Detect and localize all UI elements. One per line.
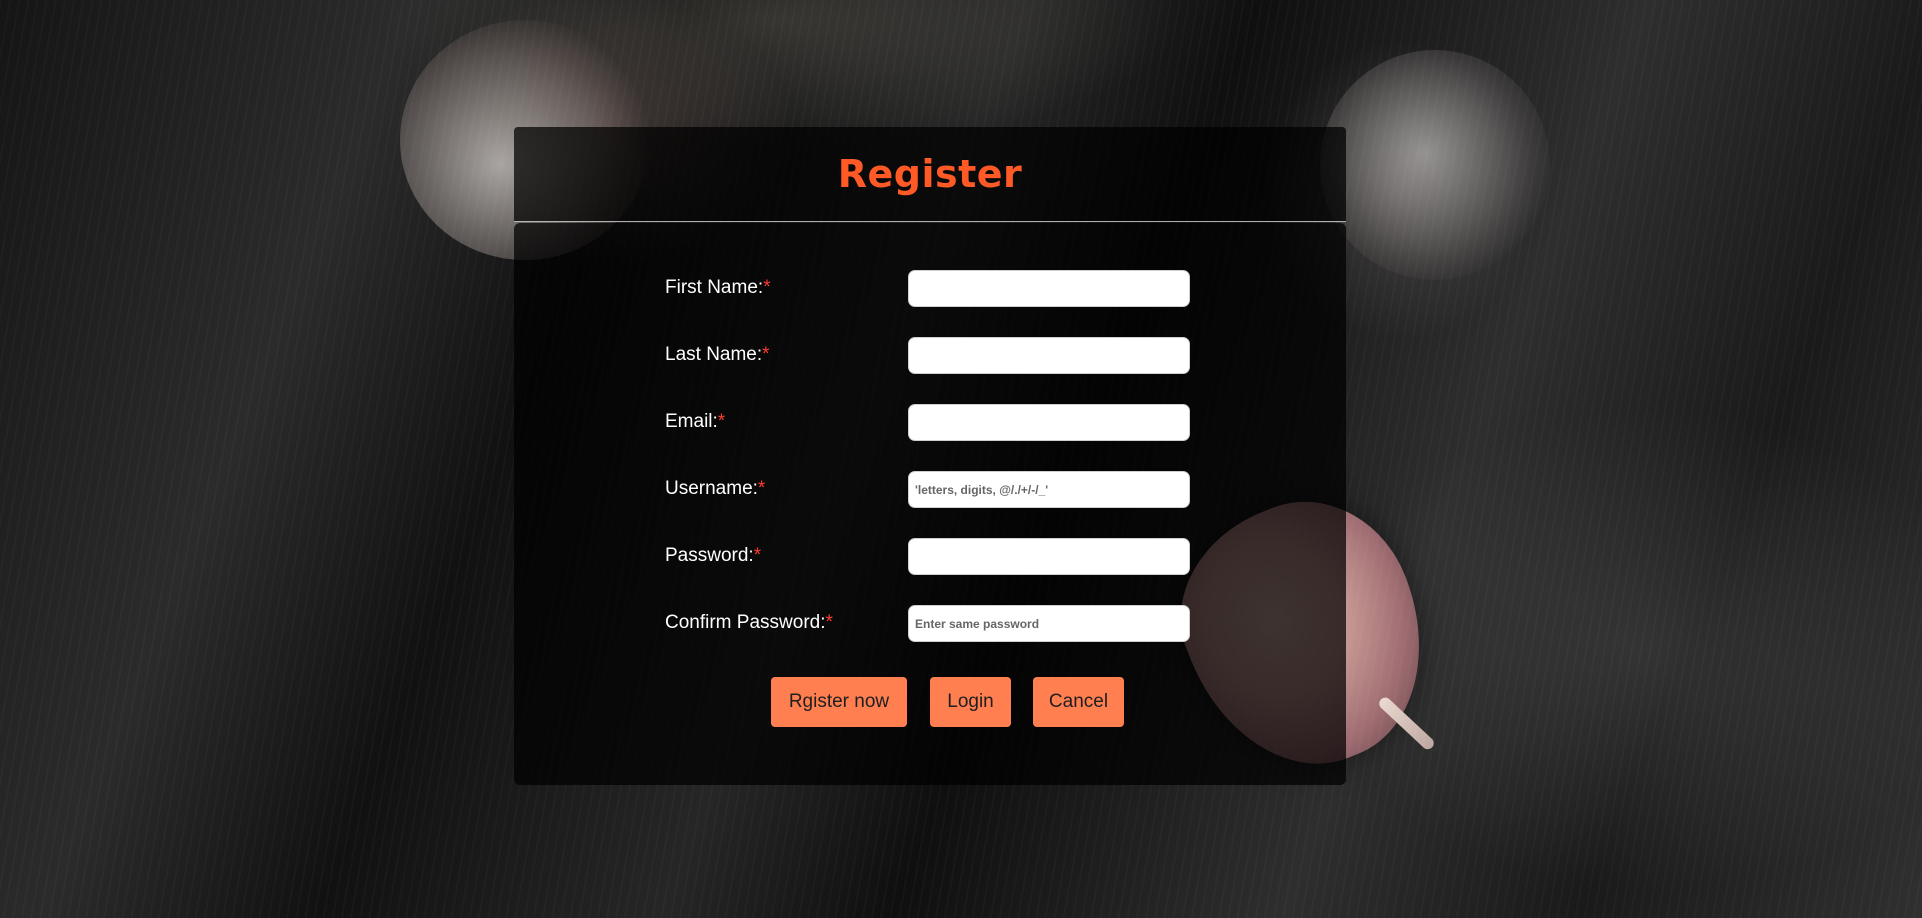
email-row: Email:* [665, 404, 1205, 441]
register-now-button[interactable]: Rgister now [771, 677, 907, 727]
cancel-button[interactable]: Cancel [1033, 677, 1124, 727]
register-form: First Name:* Last Name:* Email:* Usernam… [514, 223, 1346, 785]
page-title: Register [837, 152, 1023, 196]
email-label: Email:* [665, 411, 726, 432]
username-label: Username:* [665, 478, 766, 499]
last-name-input[interactable] [908, 337, 1190, 374]
required-marker: * [753, 545, 762, 566]
required-marker: * [763, 277, 771, 298]
required-marker: * [762, 344, 770, 365]
login-button[interactable]: Login [930, 677, 1011, 727]
last-name-row: Last Name:* [665, 337, 1205, 374]
required-marker: * [757, 478, 766, 499]
username-input[interactable] [908, 471, 1190, 508]
garlic-bulb-image [1320, 50, 1550, 280]
password-input[interactable] [908, 538, 1190, 575]
required-marker: * [717, 411, 726, 432]
first-name-label: First Name:* [665, 277, 771, 298]
password-row: Password:* [665, 538, 1205, 575]
first-name-row: First Name:* [665, 270, 1205, 307]
required-marker: * [825, 612, 833, 633]
email-input[interactable] [908, 404, 1190, 441]
confirm-password-row: Confirm Password:* [665, 605, 1205, 642]
username-row: Username:* [665, 471, 1205, 508]
confirm-password-label: Confirm Password:* [665, 612, 833, 633]
password-label: Password:* [665, 545, 762, 566]
confirm-password-input[interactable] [908, 605, 1190, 642]
first-name-input[interactable] [908, 270, 1190, 307]
register-header: Register [514, 127, 1346, 222]
last-name-label: Last Name:* [665, 344, 770, 365]
